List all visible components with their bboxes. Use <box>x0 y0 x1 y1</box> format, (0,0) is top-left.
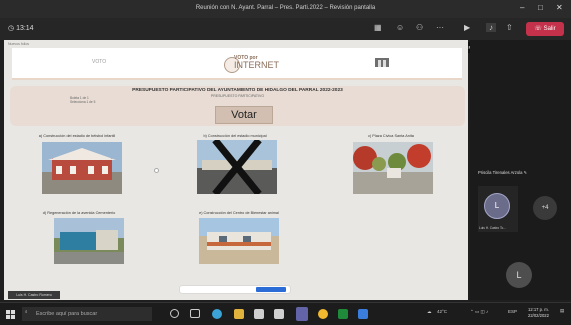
minimize-button[interactable]: – <box>520 3 524 12</box>
ballot-header: PRESUPUESTO PARTICIPATIVO DEL AYUNTAMIEN… <box>10 86 465 126</box>
teams-icon[interactable] <box>296 307 308 321</box>
mail-icon[interactable] <box>274 309 284 319</box>
phone-icon: ☏ <box>534 26 542 32</box>
close-button[interactable]: ✕ <box>556 3 563 12</box>
vote-button[interactable]: Votar <box>215 106 273 124</box>
leave-label: Salir <box>543 26 556 32</box>
weather-icon: ☁ <box>427 309 432 314</box>
leave-button[interactable]: ☏ Salir <box>526 22 564 36</box>
notifications-icon[interactable]: ▤ <box>560 308 564 314</box>
excel-icon[interactable] <box>338 309 348 319</box>
reactions-icon[interactable]: ☺ <box>396 23 404 32</box>
language-indicator[interactable]: ESP <box>508 309 517 314</box>
notification-tray-icons[interactable]: ⌃ ▭ ◫ ♪ <box>470 309 488 315</box>
file-explorer-icon[interactable] <box>234 309 244 319</box>
option-a-image[interactable] <box>42 142 122 194</box>
voto-internet-logo: VOTO por INTERNET <box>212 55 282 73</box>
option-c-image[interactable] <box>353 142 433 194</box>
participant-tile-name: Luis H. Castro Tc... <box>479 226 506 230</box>
chat-icon[interactable]: ▦ <box>374 23 382 32</box>
ballot-title: PRESUPUESTO PARTICIPATIVO DEL AYUNTAMIEN… <box>132 88 343 93</box>
meeting-toolbar: ◷ 13:14 ▦ ☺ ⚇ ··· ▶ ♪ ⇧ ☏ Salir <box>0 18 571 40</box>
option-radio[interactable] <box>154 168 159 173</box>
cortana-icon[interactable] <box>170 309 179 318</box>
edge-icon[interactable] <box>212 309 222 319</box>
search-icon: ⌕ <box>25 309 28 314</box>
speaker-caption: Luis H. Castro Romero <box>8 291 60 299</box>
option-b-label: b) Construcción del estadio municipal <box>203 134 267 138</box>
mic-muted-icon[interactable]: ♪ <box>486 23 496 32</box>
mic-muted-small-icon: ✎ <box>523 170 528 175</box>
store-icon[interactable] <box>254 309 264 319</box>
boleta-info: Boleta 1 de 1 Selecciona 1 de 5 <box>70 96 96 104</box>
stop-sharing-button[interactable] <box>256 287 286 292</box>
self-avatar[interactable]: L <box>506 262 532 288</box>
option-d-image[interactable] <box>54 218 124 264</box>
logo-left: VOTO <box>92 59 107 65</box>
taskbar-clock[interactable]: 12:17 p. m. 22/02/2022 <box>528 307 549 319</box>
share-screen-icon[interactable]: ⇧ <box>506 23 513 32</box>
chrome-icon[interactable] <box>318 309 328 319</box>
option-a-label: a) Construcción del estadio de béisbol i… <box>38 134 116 138</box>
taskbar-search-input[interactable]: Escribe aquí para buscar <box>22 307 152 321</box>
shared-screen: Nuevos folios VOTO VOTO por INTERNET PRE… <box>4 40 468 300</box>
window-title-bar: Reunión con N. Ayant. Parral – Pres. Par… <box>0 0 571 18</box>
banner-small-text: Nuevos folios <box>8 42 30 46</box>
shield-icon: ◷ <box>8 25 15 32</box>
site-banner: VOTO VOTO por INTERNET <box>12 48 462 80</box>
meeting-timer: ◷ 13:14 <box>8 24 34 32</box>
people-icon[interactable]: ⚇ <box>416 23 423 32</box>
windows-start-icon[interactable] <box>6 310 15 319</box>
window-title: Reunión con N. Ayant. Parral – Pres. Par… <box>195 5 376 11</box>
windows-taskbar: Escribe aquí para buscar ⌕ ☁ 42°C ⌃ ▭ ◫ … <box>0 302 571 325</box>
screen-share-bar <box>180 286 290 293</box>
option-b-image[interactable] <box>197 140 277 194</box>
more-participants-button[interactable]: +4 <box>533 196 557 220</box>
option-d-label: d) Regeneración de la avenida Cementerio <box>42 211 116 215</box>
participant-avatar: L <box>484 193 510 219</box>
word-icon[interactable] <box>358 309 368 319</box>
option-e-image[interactable] <box>199 218 279 264</box>
task-view-icon[interactable] <box>190 309 200 318</box>
option-e-label: e) Construcción del Centro de Bienestar … <box>199 211 279 215</box>
weather-temp: 42°C <box>437 309 448 314</box>
pinned-participant-name: Priscila Tirenales Arzola ✎ <box>478 170 528 175</box>
timer-value: 13:14 <box>16 25 34 32</box>
option-c-label: c) Plaza Cívica Santa Anita <box>368 134 414 138</box>
institution-logo <box>375 58 389 67</box>
camera-off-icon[interactable]: ▶ <box>464 23 470 32</box>
maximize-button[interactable]: □ <box>538 3 543 12</box>
more-options-icon[interactable]: ··· <box>436 23 444 32</box>
